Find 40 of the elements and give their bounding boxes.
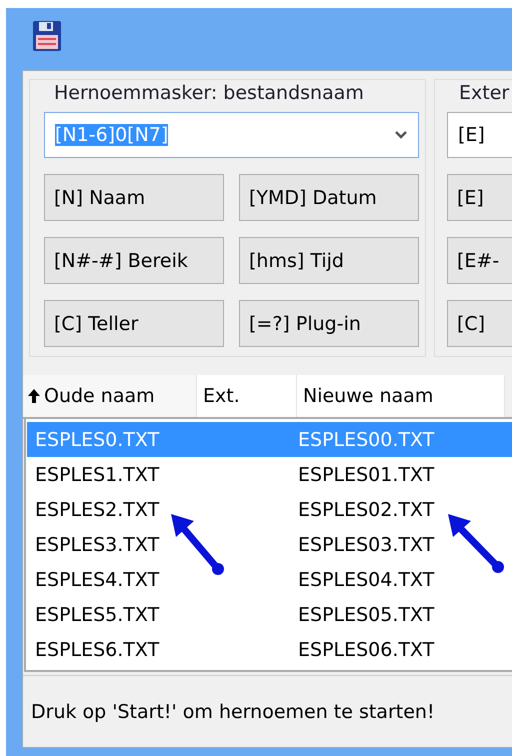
sort-up-icon (27, 388, 41, 404)
new-name-cell: ESPLES01.TXT (298, 464, 434, 486)
file-row[interactable]: ESPLES2.TXT ESPLES02.TXT (27, 492, 512, 527)
new-name-cell: ESPLES04.TXT (298, 568, 434, 590)
old-name-cell-text: ESPLES1.TXT (34, 464, 160, 486)
new-name-cell: ESPLES02.TXT (298, 498, 434, 520)
mask-value: [N1-6]0[N7] (55, 124, 168, 146)
token-button[interactable]: [N] Naam (44, 174, 224, 221)
column-header[interactable]: Nieuwe naam (297, 375, 505, 417)
file-row[interactable]: ESPLES5.TXT ESPLES05.TXT (27, 597, 512, 632)
token-button[interactable]: [YMD] Datum (239, 174, 419, 221)
token-button[interactable]: [C] (447, 300, 512, 347)
token-button[interactable]: [E#- (447, 237, 512, 284)
extension-combo-box[interactable]: [E] (447, 112, 512, 158)
token-button[interactable]: [N#-#] Bereik (44, 237, 224, 284)
extension-mask-value: [E] (458, 124, 485, 146)
new-name-cell: ESPLES05.TXT (298, 604, 434, 626)
new-name-cell: ESPLES00.TXT (298, 428, 434, 450)
token-button[interactable]: [E] (447, 174, 512, 221)
status-text: Druk op 'Start!' om hernoemen te starten! (31, 700, 435, 722)
chevron-down-icon[interactable] (394, 130, 408, 140)
file-row[interactable]: ESPLES6.TXT ESPLES06.TXT (27, 632, 512, 667)
token-button[interactable]: [hms] Tijd (239, 237, 419, 284)
old-name-cell-text: ESPLES6.TXT (34, 638, 160, 660)
new-name-cell: ESPLES03.TXT (298, 534, 434, 556)
column-header[interactable]: Oude naam (23, 375, 197, 417)
arrow-annotation (171, 514, 224, 575)
old-name-cell-text: ESPLES2.TXT (34, 498, 160, 520)
token-button[interactable]: [C] Teller (44, 300, 224, 347)
old-name-cell-text: ESPLES4.TXT (34, 568, 160, 590)
old-name-cell-text: ESPLES3.TXT (34, 534, 160, 556)
arrow-annotation (448, 514, 504, 573)
file-row[interactable]: ESPLES1.TXT ESPLES01.TXT (27, 457, 512, 492)
old-name-cell-text: ESPLES5.TXT (34, 604, 160, 626)
file-row[interactable]: ESPLES4.TXT ESPLES04.TXT (27, 562, 512, 597)
column-header[interactable]: Ext. (197, 375, 297, 417)
new-name-cell: ESPLES06.TXT (298, 638, 434, 660)
token-button[interactable]: [=?] Plug-in (239, 300, 419, 347)
file-row[interactable]: ESPLES3.TXT ESPLES03.TXT (27, 527, 512, 562)
old-name-cell-text: ESPLES0.TXT (34, 428, 160, 450)
